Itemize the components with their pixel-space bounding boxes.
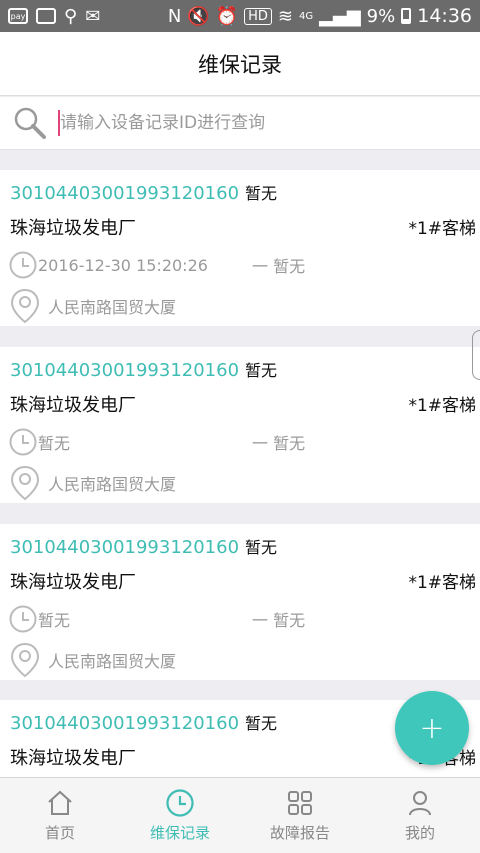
clock-icon: [9, 605, 37, 633]
elevator-type: *1#客梯: [408, 396, 476, 416]
search-bar[interactable]: [0, 97, 480, 150]
location-text: 人民南路国贸大厦: [48, 475, 177, 494]
pay-icon: pay: [8, 8, 28, 24]
device-code: 30104403001993120160: [10, 537, 240, 558]
signal-icon: ▂▄▆: [319, 5, 361, 27]
tab-fault-report[interactable]: 故障报告: [240, 778, 360, 853]
site-name: 珠海垃圾发电厂: [10, 748, 136, 769]
list-item[interactable]: 30104403001993120160 暂无 珠海垃圾发电厂 *1#客梯 20…: [0, 170, 480, 326]
device-code: 30104403001993120160: [10, 183, 240, 204]
device-code: 30104403001993120160: [10, 360, 240, 381]
start-time: 暂无: [38, 434, 71, 453]
add-record-button[interactable]: +: [395, 691, 469, 765]
status-bar: pay ⚲ ✉ N 🔇 ⏰ HD ≋ 4G ▂▄▆ 9% 14:36: [0, 0, 480, 32]
list-item[interactable]: 30104403001993120160 暂无 珠海垃圾发电厂 *1#客梯 暂无…: [0, 524, 480, 680]
battery-level: 9%: [366, 5, 396, 27]
end-time: 一 暂无: [252, 257, 306, 276]
clock-icon: [9, 428, 37, 456]
app-header: 维保记录: [0, 32, 480, 96]
person-icon: [409, 791, 431, 816]
end-time: 一 暂无: [252, 434, 306, 453]
notification-icons: pay ⚲ ✉: [8, 6, 100, 27]
code-status: 暂无: [245, 184, 278, 203]
clock-time: 14:36: [417, 5, 472, 27]
start-time: 2016-12-30 15:20:26: [38, 255, 208, 275]
page-title: 维保记录: [198, 52, 282, 77]
tab-label: 故障报告: [269, 824, 330, 842]
site-name: 珠海垃圾发电厂: [10, 218, 136, 239]
wifi-icon: ≋: [277, 5, 294, 27]
tab-label: 维保记录: [149, 824, 210, 842]
site-name: 珠海垃圾发电厂: [10, 395, 136, 416]
code-status: 暂无: [245, 714, 278, 733]
tab-label: 首页: [44, 824, 75, 842]
tab-maintenance-records[interactable]: 维保记录: [120, 778, 240, 853]
hd-badge: HD: [244, 7, 272, 25]
elevator-type: *1#客梯: [408, 573, 476, 593]
clock-icon: [9, 251, 37, 279]
location-pin-icon: [10, 465, 40, 501]
mute-icon: 🔇: [187, 5, 210, 27]
alarm-icon: ⏰: [215, 5, 239, 27]
device-code: 30104403001993120160: [10, 713, 240, 734]
list-item[interactable]: 30104403001993120160 暂无 珠海垃圾发电厂 *1#客梯 暂无…: [0, 347, 480, 503]
code-status: 暂无: [245, 361, 278, 380]
site-name: 珠海垃圾发电厂: [10, 572, 136, 593]
image-icon: [36, 8, 56, 24]
network-label: 4G: [299, 10, 314, 22]
search-icon[interactable]: [12, 105, 48, 141]
grid-icon: [288, 791, 312, 815]
end-time: 一 暂无: [252, 611, 306, 630]
usb-icon: ⚲: [64, 5, 78, 27]
tab-home[interactable]: 首页: [0, 778, 120, 853]
mail-icon: ✉: [85, 5, 101, 27]
location-text: 人民南路国贸大厦: [48, 652, 177, 671]
bottom-tab-bar: 首页 维保记录 故障报告 我的: [0, 777, 480, 853]
home-icon: [48, 790, 72, 815]
tab-profile[interactable]: 我的: [360, 778, 480, 853]
location-pin-icon: [10, 642, 40, 678]
nfc-icon: N: [167, 5, 182, 27]
record-list[interactable]: 30104403001993120160 暂无 珠海垃圾发电厂 *1#客梯 20…: [0, 150, 480, 777]
battery-icon: [401, 8, 412, 24]
tab-label: 我的: [404, 824, 435, 842]
search-input[interactable]: [60, 113, 440, 133]
location-text: 人民南路国贸大厦: [48, 298, 177, 317]
elevator-type: *1#客梯: [408, 219, 476, 239]
system-icons: N 🔇 ⏰ HD ≋ 4G ▂▄▆ 9% 14:36: [168, 5, 472, 27]
start-time: 暂无: [38, 611, 71, 630]
clock-icon: [166, 789, 194, 817]
location-pin-icon: [10, 288, 40, 324]
code-status: 暂无: [245, 538, 278, 557]
edge-handle[interactable]: [472, 330, 480, 380]
